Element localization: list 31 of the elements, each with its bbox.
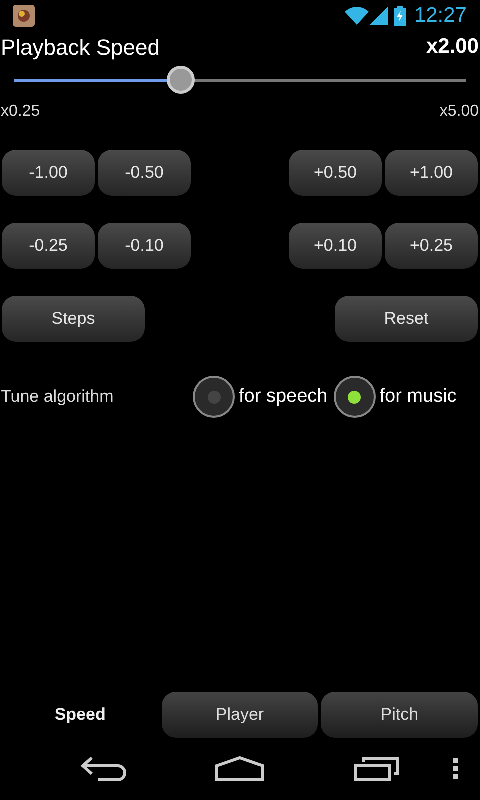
tab[interactable]: Pitch bbox=[321, 692, 478, 738]
radio-option[interactable]: for music bbox=[334, 376, 457, 418]
back-icon[interactable] bbox=[80, 756, 126, 782]
recent-apps-icon[interactable] bbox=[354, 756, 400, 782]
tab[interactable]: Player bbox=[162, 692, 318, 738]
app-icon bbox=[13, 5, 35, 27]
clock: 12:27 bbox=[414, 3, 467, 30]
reset-button[interactable]: Reset bbox=[335, 296, 478, 342]
min-label: x0.25 bbox=[1, 102, 40, 122]
step-button[interactable]: +0.25 bbox=[385, 223, 478, 269]
max-label: x5.00 bbox=[440, 102, 479, 122]
step-button[interactable]: -0.10 bbox=[98, 223, 191, 269]
radio-button[interactable] bbox=[193, 376, 235, 418]
menu-icon[interactable] bbox=[453, 758, 458, 780]
step-button[interactable]: +1.00 bbox=[385, 150, 478, 196]
battery-icon bbox=[394, 6, 406, 26]
step-button[interactable]: +0.50 bbox=[289, 150, 382, 196]
radio-button[interactable] bbox=[334, 376, 376, 418]
step-button[interactable]: -0.50 bbox=[98, 150, 191, 196]
wifi-icon bbox=[345, 7, 370, 25]
slider-thumb[interactable] bbox=[167, 66, 196, 94]
step-button[interactable]: -1.00 bbox=[2, 150, 95, 196]
tune-label: Tune algorithm bbox=[0, 386, 115, 408]
step-button[interactable]: +0.10 bbox=[289, 223, 382, 269]
steps-button[interactable]: Steps bbox=[2, 296, 145, 342]
speed-value: x2.00 bbox=[426, 34, 479, 60]
title: Playback Speed bbox=[1, 34, 160, 62]
home-icon[interactable] bbox=[215, 756, 265, 782]
signal-icon bbox=[370, 7, 388, 25]
step-button[interactable]: -0.25 bbox=[2, 223, 95, 269]
radio-option[interactable]: for speech bbox=[193, 376, 328, 418]
